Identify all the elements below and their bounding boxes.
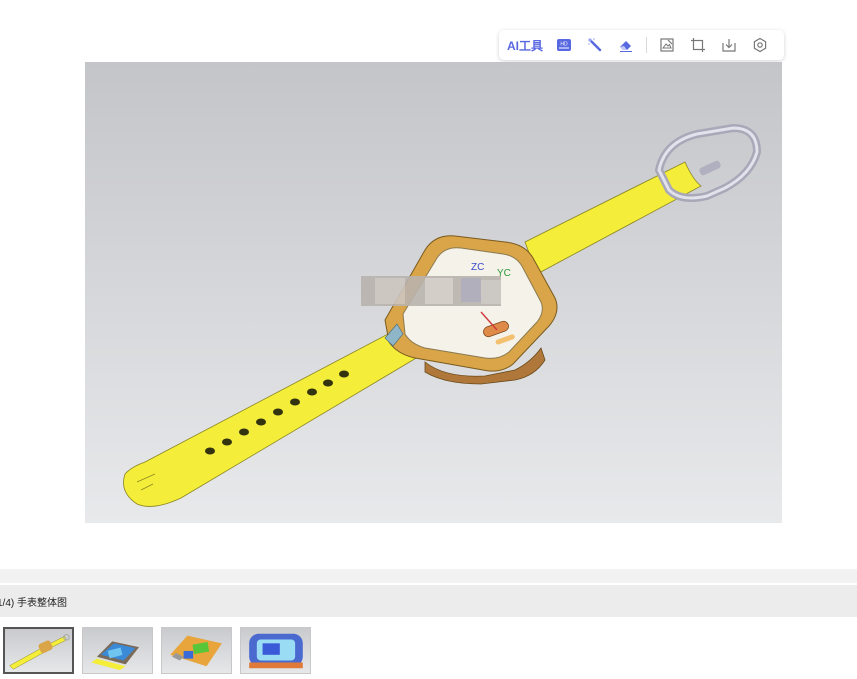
axis-label-zc: ZC [471, 262, 484, 273]
crop-button[interactable] [687, 34, 709, 56]
watch-case [384, 235, 558, 385]
image-toolbar: AI工具 HD [499, 30, 784, 60]
watch-strap-short [524, 161, 702, 275]
toolbar-divider [646, 37, 648, 53]
thumbnail-assembly [249, 633, 303, 669]
image-caption-bar: 1/4) 手表整体图 [0, 585, 857, 617]
crop-icon [691, 38, 706, 52]
magic-wand-icon [588, 38, 602, 52]
svg-text:HD: HD [560, 42, 568, 48]
thumbnail-internal-board [170, 635, 222, 667]
download-button[interactable] [718, 34, 740, 56]
axis-label-yc: YC [497, 268, 511, 279]
settings-icon [753, 37, 767, 53]
magic-wand-button[interactable] [584, 34, 606, 56]
thumbnail-watch-overview [9, 633, 70, 670]
image-caption: 1/4) 手表整体图 [0, 597, 68, 609]
thumbnail-strip [3, 627, 311, 674]
watch-model-render: ZC YC [123, 123, 762, 507]
watch-strap-long [123, 323, 424, 507]
thumbnail-3[interactable] [161, 627, 232, 674]
thumbnail-4[interactable] [240, 627, 311, 674]
strap-holes [205, 370, 349, 455]
ai-tool-label: AI工具 [507, 38, 544, 53]
settings-button[interactable] [749, 34, 771, 56]
hd-enhance-button[interactable]: HD [553, 34, 575, 56]
image-edit-button[interactable] [656, 34, 678, 56]
image-edit-icon [660, 38, 674, 52]
eraser-button[interactable] [615, 34, 637, 56]
ai-tool-button[interactable]: AI工具 [507, 37, 543, 54]
caption-divider-band [0, 569, 857, 583]
thumbnail-2[interactable] [82, 627, 153, 674]
download-icon [722, 39, 736, 52]
thumbnail-1[interactable] [3, 627, 74, 674]
thumbnail-case-blue [91, 641, 140, 671]
hd-enhance-icon: HD [557, 39, 572, 51]
blurred-region [361, 276, 501, 306]
eraser-icon [620, 41, 633, 52]
main-image-viewer[interactable]: ZC YC [85, 62, 782, 523]
